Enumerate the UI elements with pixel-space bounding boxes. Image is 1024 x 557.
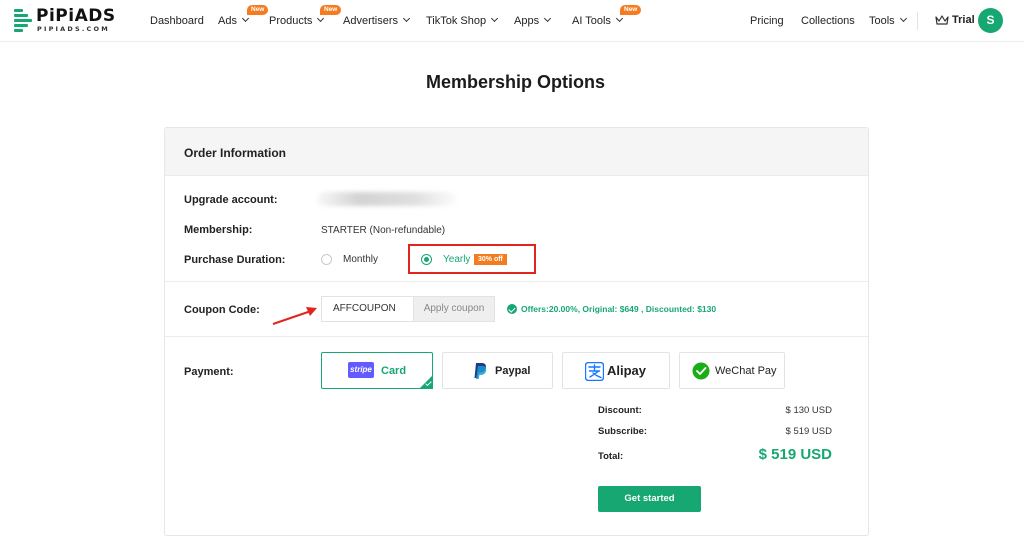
new-badge-ai-tools: New [620, 5, 642, 15]
duration-label: Purchase Duration: [184, 254, 286, 266]
total-label: Total: [598, 451, 624, 462]
total-value: $ 519 USD [758, 446, 832, 463]
yearly-label[interactable]: Yearly [443, 254, 470, 265]
chevron-down-icon [241, 14, 250, 23]
logo-text: PiPiADS [36, 6, 116, 26]
payment-alipay-label: Alipay [607, 363, 647, 378]
nav-products[interactable]: Products [269, 14, 325, 28]
page-title: Membership Options [425, 72, 605, 92]
nav-apps[interactable]: Apps [514, 14, 552, 28]
coupon-message: Offers:20.00%, Original: $649 , Discount… [521, 304, 717, 314]
coupon-label: Coupon Code: [184, 304, 260, 316]
red-arrow-icon [272, 307, 317, 325]
coupon-input[interactable]: AFFCOUPON [321, 296, 413, 322]
nav-ai-tools[interactable]: AI Tools [572, 14, 623, 28]
order-card-header: Order Information [165, 128, 868, 176]
payment-card-label: Card [381, 365, 407, 377]
payment-card[interactable]: stripe Card [321, 352, 433, 389]
get-started-button[interactable]: Get started [598, 486, 701, 512]
check-circle-icon [507, 304, 517, 314]
nav-divider [917, 12, 918, 30]
chevron-down-icon [899, 14, 907, 23]
nav-pricing[interactable]: Pricing [750, 14, 784, 28]
crown-icon [935, 15, 949, 25]
chevron-down-icon [402, 14, 411, 23]
avatar[interactable]: S [978, 8, 1003, 33]
payment-wechat[interactable]: WeChat Pay [679, 352, 785, 389]
new-badge-products: New [320, 5, 342, 15]
stripe-icon: stripe [348, 362, 374, 378]
nav-dashboard[interactable]: Dashboard [150, 14, 204, 28]
nav-tools[interactable]: Tools [869, 14, 907, 28]
nav-apps-label: Apps [514, 15, 540, 27]
new-badge-ads: New [247, 5, 269, 15]
wechat-icon [692, 362, 710, 380]
subscribe-value: $ 519 USD [785, 426, 832, 437]
nav-advertisers[interactable]: Advertisers [343, 14, 411, 28]
nav-ads-label: Ads [218, 15, 237, 27]
paypal-icon [474, 363, 487, 379]
radio-yearly[interactable] [421, 254, 432, 265]
payment-paypal-label: Paypal [495, 365, 531, 377]
subscribe-label: Subscribe: [598, 426, 648, 437]
pipiads-logo[interactable]: PiPiADS PIPIADS.COM [14, 6, 116, 35]
discount-value: $ 130 USD [785, 405, 832, 416]
divider [165, 336, 868, 337]
chevron-down-icon [491, 14, 499, 23]
nav-tiktok-shop-label: TikTok Shop [426, 15, 487, 27]
nav-ads[interactable]: Ads [218, 14, 250, 28]
nav-collections[interactable]: Collections [801, 14, 855, 28]
order-card-title: Order Information [184, 146, 287, 160]
nav-tiktok-shop[interactable]: TikTok Shop [426, 14, 499, 28]
order-card: Order Information Upgrade account: Membe… [164, 127, 869, 536]
nav-advertisers-label: Advertisers [343, 15, 399, 27]
payment-label: Payment: [184, 366, 234, 378]
nav-tools-label: Tools [869, 15, 895, 27]
membership-label: Membership: [184, 224, 253, 236]
top-nav: PiPiADS PIPIADS.COM Dashboard Ads New Pr… [0, 0, 1024, 42]
payment-wechat-label: WeChat Pay [715, 365, 777, 377]
nav-dashboard-label: Dashboard [150, 15, 204, 27]
chevron-down-icon [615, 14, 623, 23]
nav-products-label: Products [269, 15, 313, 27]
nav-collections-label: Collections [801, 15, 855, 27]
logo-bars-icon [14, 9, 32, 32]
chevron-down-icon [544, 14, 552, 23]
nav-pricing-label: Pricing [750, 15, 784, 27]
upgrade-account-label: Upgrade account: [184, 194, 278, 206]
apply-coupon-button[interactable]: Apply coupon [413, 296, 495, 322]
plan-label[interactable]: Trial [952, 14, 975, 26]
divider [165, 281, 868, 282]
radio-monthly[interactable] [321, 254, 332, 265]
nav-ai-tools-label: AI Tools [572, 15, 611, 27]
monthly-label[interactable]: Monthly [343, 254, 378, 265]
chevron-down-icon [317, 14, 325, 23]
membership-value: STARTER (Non-refundable) [321, 225, 446, 236]
payment-paypal[interactable]: Paypal [442, 352, 553, 389]
discount-label: Discount: [598, 405, 642, 416]
alipay-icon [585, 362, 604, 381]
payment-alipay[interactable]: Alipay [562, 352, 670, 389]
logo-domain: PIPIADS.COM [37, 25, 110, 33]
discount-badge: 30% off [474, 254, 507, 265]
blurred-account-value [317, 192, 457, 206]
